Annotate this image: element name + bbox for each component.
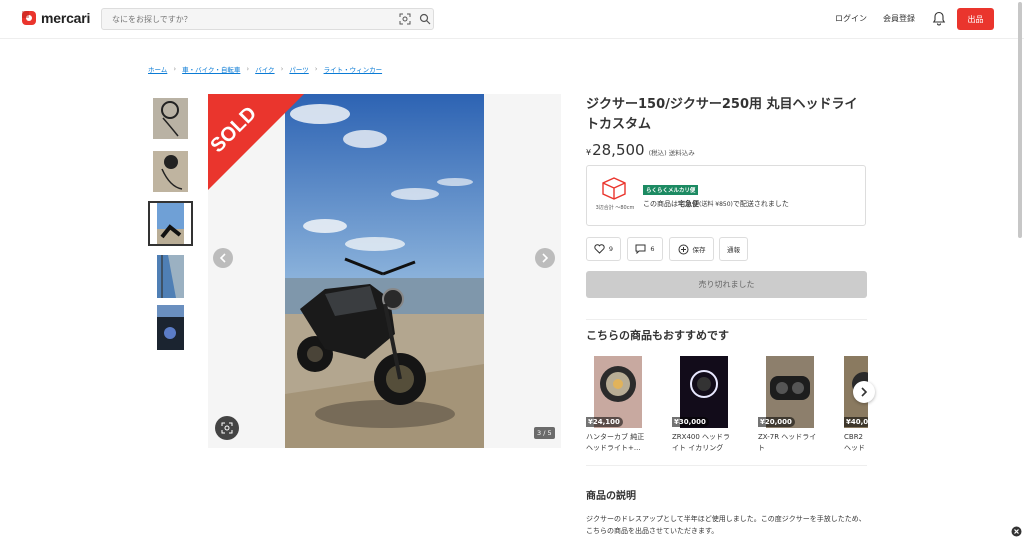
chevron-right-icon: › xyxy=(314,65,318,73)
report-label: 通報 xyxy=(727,246,740,254)
shipping-post: で配送されました xyxy=(732,200,789,208)
search-input[interactable] xyxy=(112,12,382,26)
heart-icon xyxy=(594,244,605,254)
recommend-name: ハンターカブ 純正ヘッドライト+... xyxy=(586,433,645,452)
thumbnail-4[interactable] xyxy=(148,253,193,298)
soldout-button[interactable]: 売り切れました xyxy=(586,271,867,298)
recommend-item-3[interactable]: ¥20,000 ZX-7R ヘッドライト xyxy=(758,356,822,454)
price-currency: ¥ xyxy=(586,148,592,157)
shipping-info-box: 3辺合計 〜80cm らくらくメルカリ便 この商品は宅急便(送料 ¥850)で配… xyxy=(586,165,866,226)
shipping-method: 宅急便 xyxy=(678,200,699,208)
breadcrumb: ホーム › 車・バイク・自転車 › バイク › パーツ › ライト・ウィンカー xyxy=(148,64,382,74)
breadcrumb-vehicles[interactable]: 車・バイク・自転車 xyxy=(182,64,240,74)
close-circle-icon[interactable] xyxy=(1011,526,1022,537)
save-button[interactable]: 保存 xyxy=(669,237,714,261)
thumbnail-2[interactable] xyxy=(148,149,193,194)
report-button[interactable]: 通報 xyxy=(719,237,748,261)
mercari-logo-icon xyxy=(22,11,36,25)
description-body: ジクサーのドレスアップとして半年ほど使用しました。この度ジクサーを手放したため、… xyxy=(586,515,866,535)
chevron-right-icon: › xyxy=(173,65,177,73)
shipping-pre: この商品は xyxy=(643,200,678,208)
signup-link[interactable]: 会員登録 xyxy=(883,13,915,24)
recommend-item-1[interactable]: ¥24,100 ハンターカブ 純正ヘッドライト+... xyxy=(586,356,650,454)
image-counter: 3 / 5 xyxy=(534,427,555,439)
chevron-right-icon xyxy=(542,253,549,263)
login-link[interactable]: ログイン xyxy=(835,13,867,24)
breadcrumb-lights[interactable]: ライト・ウィンカー xyxy=(324,64,383,74)
chevron-right-icon: › xyxy=(246,65,250,73)
next-image-button[interactable] xyxy=(535,248,555,268)
zoom-icon xyxy=(221,422,233,434)
divider xyxy=(586,465,867,466)
comment-button[interactable]: 6 xyxy=(627,237,663,261)
thumbnail-1[interactable] xyxy=(148,96,193,141)
package-icon xyxy=(602,177,626,200)
description-title: 商品の説明 xyxy=(586,491,636,502)
recommend-name: ZRX400 ヘッドライト イカリング xyxy=(672,433,731,452)
save-label: 保存 xyxy=(692,246,706,254)
recommend-name: ZX-7R ヘッドライト xyxy=(758,433,817,452)
mercari-logo[interactable]: mercari xyxy=(21,10,90,26)
recommend-image: ¥30,000 xyxy=(672,356,736,428)
comment-icon xyxy=(635,244,646,254)
save-icon xyxy=(678,244,688,254)
zoom-button[interactable] xyxy=(215,416,239,440)
shipping-fee: (送料 ¥850) xyxy=(699,201,733,208)
thumbnail-5[interactable] xyxy=(148,305,193,350)
image-search-icon[interactable] xyxy=(399,13,411,25)
price-note: (税込) 送料込み xyxy=(648,149,695,157)
recommend-image: ¥20,000 xyxy=(758,356,822,428)
like-button[interactable]: 9 xyxy=(586,237,621,261)
comment-count: 6 xyxy=(650,245,655,253)
search-icon[interactable] xyxy=(419,13,431,25)
recommend-next-button[interactable] xyxy=(853,381,875,403)
like-count: 9 xyxy=(608,245,614,253)
breadcrumb-home[interactable]: ホーム xyxy=(148,64,167,74)
main-image-viewer[interactable]: SOLD 3 / 5 xyxy=(208,94,561,448)
recommend-name: CBR2 ヘッド xyxy=(844,433,865,452)
item-price: ¥ 28,500 (税込) 送料込み xyxy=(586,141,695,159)
sold-ribbon: SOLD xyxy=(208,94,304,190)
chevron-left-icon xyxy=(219,253,226,263)
shipping-description: この商品は宅急便(送料 ¥850)で配送されました xyxy=(643,199,789,209)
recommend-title: こちらの商品もおすすめです xyxy=(586,329,729,342)
logo-text: mercari xyxy=(41,10,91,26)
recommend-price: ¥20,000 xyxy=(758,417,795,427)
page-scrollbar[interactable] xyxy=(1018,2,1022,238)
product-photo xyxy=(285,94,484,448)
chevron-right-icon: › xyxy=(280,65,284,73)
price-value: 28,500 xyxy=(592,141,645,159)
shipping-badge: らくらくメルカリ便 xyxy=(643,185,699,195)
recommend-item-2[interactable]: ¥30,000 ZRX400 ヘッドライト イカリング xyxy=(672,356,736,454)
recommend-price: ¥30,000 xyxy=(672,417,709,427)
recommend-image: ¥24,100 xyxy=(586,356,650,428)
breadcrumb-parts[interactable]: パーツ xyxy=(289,64,308,74)
sell-button[interactable]: 出品 xyxy=(957,8,994,30)
recommend-item-4[interactable]: ¥40,0 CBR2 ヘッド xyxy=(844,356,868,454)
site-header: mercari ログイン 会員登録 出品 xyxy=(0,0,1024,39)
notification-bell-icon[interactable] xyxy=(932,11,946,26)
divider xyxy=(586,319,867,320)
chevron-right-icon xyxy=(861,387,868,397)
recommend-price: ¥24,100 xyxy=(586,417,623,427)
thumbnail-3[interactable] xyxy=(148,201,193,246)
breadcrumb-motorcycle[interactable]: バイク xyxy=(255,64,274,74)
item-title: ジクサー150/ジクサー250用 丸目ヘッドライトカスタム xyxy=(586,97,858,132)
prev-image-button[interactable] xyxy=(213,248,233,268)
shipping-size: 3辺合計 〜80cm xyxy=(595,205,635,211)
search-bar[interactable] xyxy=(101,8,434,30)
recommend-price: ¥40,0 xyxy=(844,417,868,427)
